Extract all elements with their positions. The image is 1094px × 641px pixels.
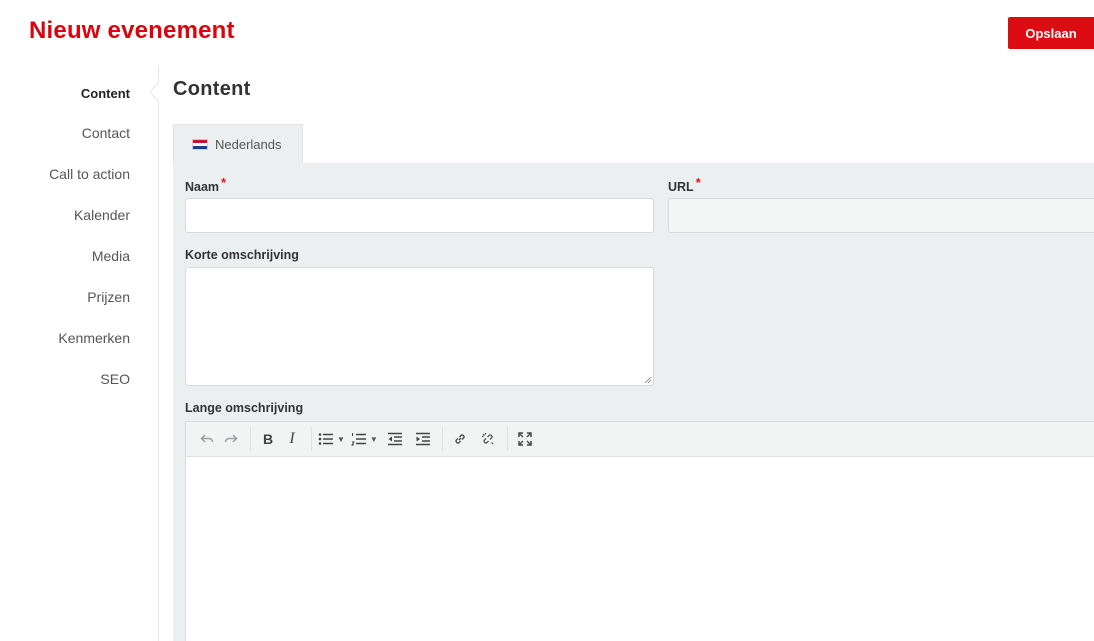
bold-icon[interactable]: B <box>257 428 279 450</box>
nl-flag-icon <box>192 139 208 150</box>
fullscreen-icon[interactable] <box>514 428 536 450</box>
toolbar-separator <box>311 427 312 451</box>
redo-icon[interactable] <box>220 428 242 450</box>
tab-nederlands[interactable]: Nederlands <box>173 124 303 164</box>
lange-omschrijving-label: Lange omschrijving <box>185 401 304 415</box>
unlink-icon[interactable] <box>477 428 499 450</box>
sidebar-item-kenmerken[interactable]: Kenmerken <box>58 330 130 346</box>
required-mark: * <box>221 175 227 190</box>
sidebar-item-media[interactable]: Media <box>92 248 130 264</box>
sidebar-item-seo[interactable]: SEO <box>100 371 130 387</box>
chevron-down-icon: ▼ <box>369 434 378 444</box>
numbered-list-icon[interactable]: ▼ <box>350 428 378 450</box>
save-button[interactable]: Opslaan <box>1008 17 1094 49</box>
toolbar-separator <box>250 427 251 451</box>
toolbar-separator <box>506 427 508 451</box>
chevron-down-icon: ▼ <box>337 434 345 444</box>
editor-toolbar: B I ▼ ▼ <box>186 422 1094 457</box>
sidebar-item-call-to-action[interactable]: Call to action <box>49 166 130 182</box>
resize-grip-icon[interactable] <box>644 376 652 384</box>
naam-label: Naam * <box>185 175 227 194</box>
sidebar: Content Contact Call to action Kalender … <box>0 66 159 641</box>
naam-input[interactable] <box>185 198 654 233</box>
sidebar-item-contact[interactable]: Contact <box>82 125 130 141</box>
active-indicator-caret <box>150 82 160 102</box>
italic-icon[interactable]: I <box>281 428 303 450</box>
required-mark: * <box>695 175 701 190</box>
tab-label: Nederlands <box>215 137 282 152</box>
bullet-list-icon[interactable]: ▼ <box>318 428 345 450</box>
section-title: Content <box>173 78 251 100</box>
korte-omschrijving-label: Korte omschrijving <box>185 248 299 262</box>
korte-omschrijving-textarea[interactable] <box>185 267 654 386</box>
page-title: Nieuw evenement <box>29 17 235 44</box>
rich-text-editor: B I ▼ ▼ <box>185 421 1094 641</box>
sidebar-item-prijzen[interactable]: Prijzen <box>87 289 130 305</box>
sidebar-item-kalender[interactable]: Kalender <box>74 207 130 223</box>
url-input[interactable] <box>668 198 1094 233</box>
toolbar-separator <box>441 427 443 451</box>
undo-icon[interactable] <box>196 428 218 450</box>
outdent-icon[interactable] <box>384 428 406 450</box>
indent-icon[interactable] <box>412 428 434 450</box>
url-label: URL * <box>668 175 701 194</box>
link-icon[interactable] <box>449 428 471 450</box>
editor-content-area[interactable] <box>186 457 1094 641</box>
sidebar-item-content[interactable]: Content <box>81 86 130 101</box>
